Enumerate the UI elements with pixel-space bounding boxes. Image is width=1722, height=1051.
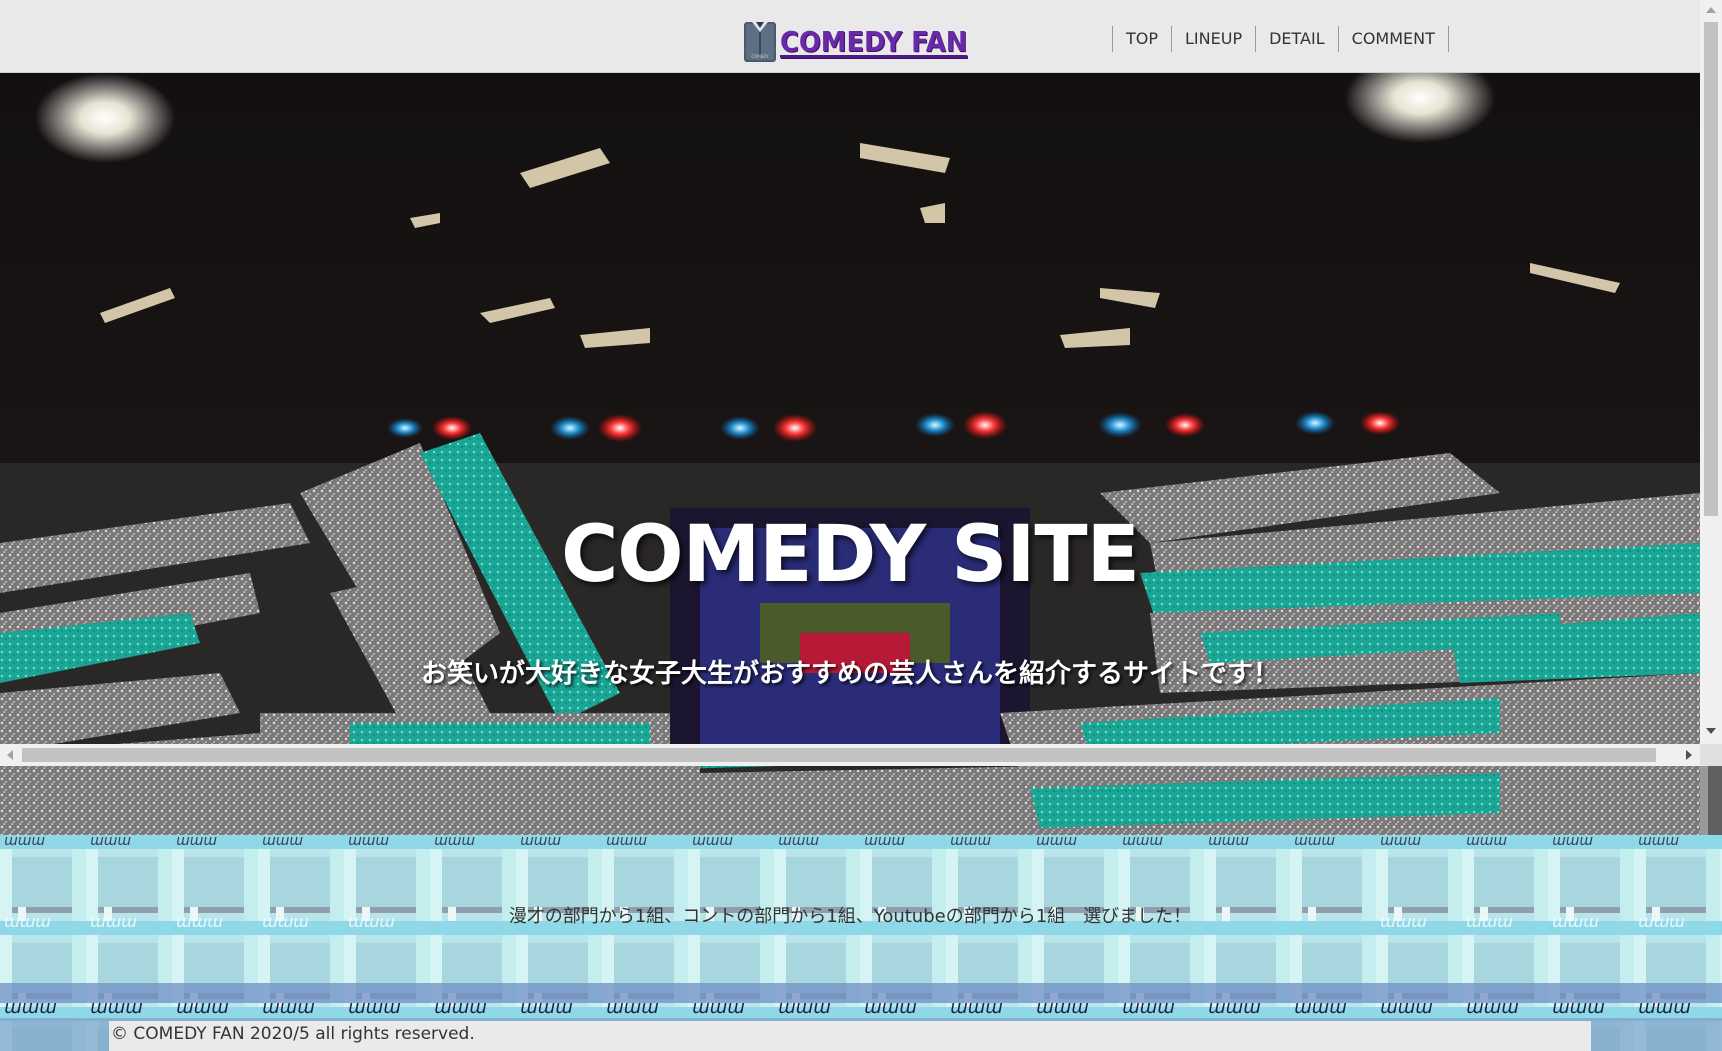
intro-text: 漫才の部門から1組、コントの部門から1組、Youtubeの部門から1組 選びまし… — [508, 906, 1192, 927]
svg-text:ɯɯɯ: ɯɯɯ — [1380, 997, 1433, 1018]
svg-text:ɯɯɯ: ɯɯɯ — [262, 835, 303, 849]
shirt-icon: COMEDY — [744, 22, 776, 62]
svg-text:ɯɯɯ: ɯɯɯ — [606, 997, 659, 1018]
svg-text:ɯɯɯ: ɯɯɯ — [90, 997, 143, 1018]
hero-stage-image — [0, 73, 1700, 835]
svg-text:ɯɯɯ: ɯɯɯ — [1122, 997, 1175, 1018]
hero-title: COMEDY SITE — [561, 510, 1140, 600]
copyright-text: © COMEDY FAN 2020/5 all rights reserved. — [111, 1024, 475, 1044]
svg-text:ɯɯɯ: ɯɯɯ — [520, 835, 561, 849]
nav-lineup[interactable]: LINEUP — [1172, 26, 1257, 52]
vertical-scroll-thumb[interactable] — [1704, 22, 1718, 516]
svg-text:ɯɯɯ: ɯɯɯ — [1294, 997, 1347, 1018]
site-footer: © COMEDY FAN 2020/5 all rights reserved. — [109, 1021, 1591, 1051]
svg-text:ɯɯɯ: ɯɯɯ — [606, 835, 647, 849]
svg-text:ɯɯɯ: ɯɯɯ — [1466, 997, 1519, 1018]
svg-text:ɯɯɯ: ɯɯɯ — [90, 835, 131, 849]
svg-text:ɯɯɯ: ɯɯɯ — [950, 997, 1003, 1018]
svg-text:ɯɯɯ: ɯɯɯ — [950, 835, 991, 849]
nav-top[interactable]: TOP — [1113, 26, 1173, 52]
scroll-right-arrow-icon[interactable] — [1686, 750, 1692, 760]
svg-text:ɯɯɯ: ɯɯɯ — [348, 997, 401, 1018]
svg-text:ɯɯɯ: ɯɯɯ — [520, 997, 573, 1018]
scroll-left-arrow-icon[interactable] — [7, 750, 13, 760]
horizontal-scroll-thumb[interactable] — [22, 748, 1656, 762]
svg-text:ɯɯɯ: ɯɯɯ — [262, 997, 315, 1018]
svg-text:ɯɯɯ: ɯɯɯ — [864, 835, 905, 849]
svg-text:ɯɯɯ: ɯɯɯ — [1208, 997, 1261, 1018]
svg-text:ɯɯɯ: ɯɯɯ — [348, 835, 389, 849]
vertical-scrollbar[interactable] — [1700, 0, 1722, 744]
svg-text:ɯɯɯ: ɯɯɯ — [778, 997, 831, 1018]
scroll-up-arrow-icon[interactable] — [1706, 7, 1716, 13]
right-edge-strip — [1700, 766, 1722, 835]
scroll-down-arrow-icon[interactable] — [1706, 728, 1716, 734]
svg-text:ɯɯɯ: ɯɯɯ — [1638, 997, 1691, 1018]
svg-text:ɯɯɯ: ɯɯɯ — [434, 997, 487, 1018]
site-logo[interactable]: COMEDY COMEDY FAN — [742, 6, 984, 64]
horizontal-scrollbar[interactable] — [0, 744, 1700, 766]
page: COMEDY COMEDY FAN TOP LINEUP DETAIL COMM… — [0, 0, 1722, 1051]
logo-text: COMEDY FAN — [780, 25, 968, 58]
svg-text:ɯɯɯ: ɯɯɯ — [176, 997, 229, 1018]
svg-text:ɯɯɯ: ɯɯɯ — [1208, 835, 1249, 849]
hero-section: COMEDY SITE お笑いが大好きな女子大生がおすすめの芸人さんを紹介するサ… — [0, 73, 1700, 835]
pattern-background: ɯɯɯ ɯɯɯ ɯɯɯ ɯɯɯ ɯɯɯ ɯɯɯ ɯɯɯ ɯɯɯ ɯɯɯ ɯɯɯ ɯɯɯ ɯɯɯ ɯ… — [0, 835, 1722, 1051]
svg-text:ɯɯɯ: ɯɯɯ — [1122, 835, 1163, 849]
hero-subtitle: お笑いが大好きな女子大生がおすすめの芸人さんを紹介するサイトです！ — [420, 659, 1279, 689]
svg-text:ɯɯɯ: ɯɯɯ — [1036, 835, 1077, 849]
svg-text:ɯɯɯ: ɯɯɯ — [434, 835, 475, 849]
svg-text:ɯɯɯ: ɯɯɯ — [1466, 835, 1507, 849]
nav-comment[interactable]: COMMENT — [1339, 26, 1449, 52]
nav-detail[interactable]: DETAIL — [1256, 26, 1339, 52]
site-header: COMEDY COMEDY FAN TOP LINEUP DETAIL COMM… — [0, 0, 1700, 73]
svg-text:ɯɯɯ: ɯɯɯ — [1036, 997, 1089, 1018]
intro-section: ɯɯɯ ɯɯɯ ɯɯɯ ɯɯɯ ɯɯɯ ɯɯɯ ɯɯɯ ɯɯɯ ɯɯɯ ɯɯɯ ɯɯɯ ɯɯɯ ɯ… — [0, 835, 1722, 1051]
svg-text:ɯɯɯ: ɯɯɯ — [1552, 835, 1593, 849]
svg-text:ɯɯɯ: ɯɯɯ — [176, 835, 217, 849]
svg-text:ɯɯɯ: ɯɯɯ — [1294, 835, 1335, 849]
svg-text:ɯɯɯ: ɯɯɯ — [1552, 997, 1605, 1018]
svg-text:ɯɯɯ: ɯɯɯ — [778, 835, 819, 849]
svg-text:ɯɯɯ: ɯɯɯ — [4, 835, 45, 849]
main-nav: TOP LINEUP DETAIL COMMENT — [1112, 26, 1449, 52]
svg-text:ɯɯɯ: ɯɯɯ — [4, 997, 57, 1018]
svg-text:ɯɯɯ: ɯɯɯ — [692, 835, 733, 849]
svg-text:ɯɯɯ: ɯɯɯ — [692, 997, 745, 1018]
scrollbar-corner — [1700, 744, 1722, 766]
svg-text:COMEDY: COMEDY — [751, 54, 769, 59]
svg-text:ɯɯɯ: ɯɯɯ — [864, 997, 917, 1018]
svg-text:ɯɯɯ: ɯɯɯ — [1638, 835, 1679, 849]
svg-text:ɯɯɯ: ɯɯɯ — [1380, 835, 1421, 849]
